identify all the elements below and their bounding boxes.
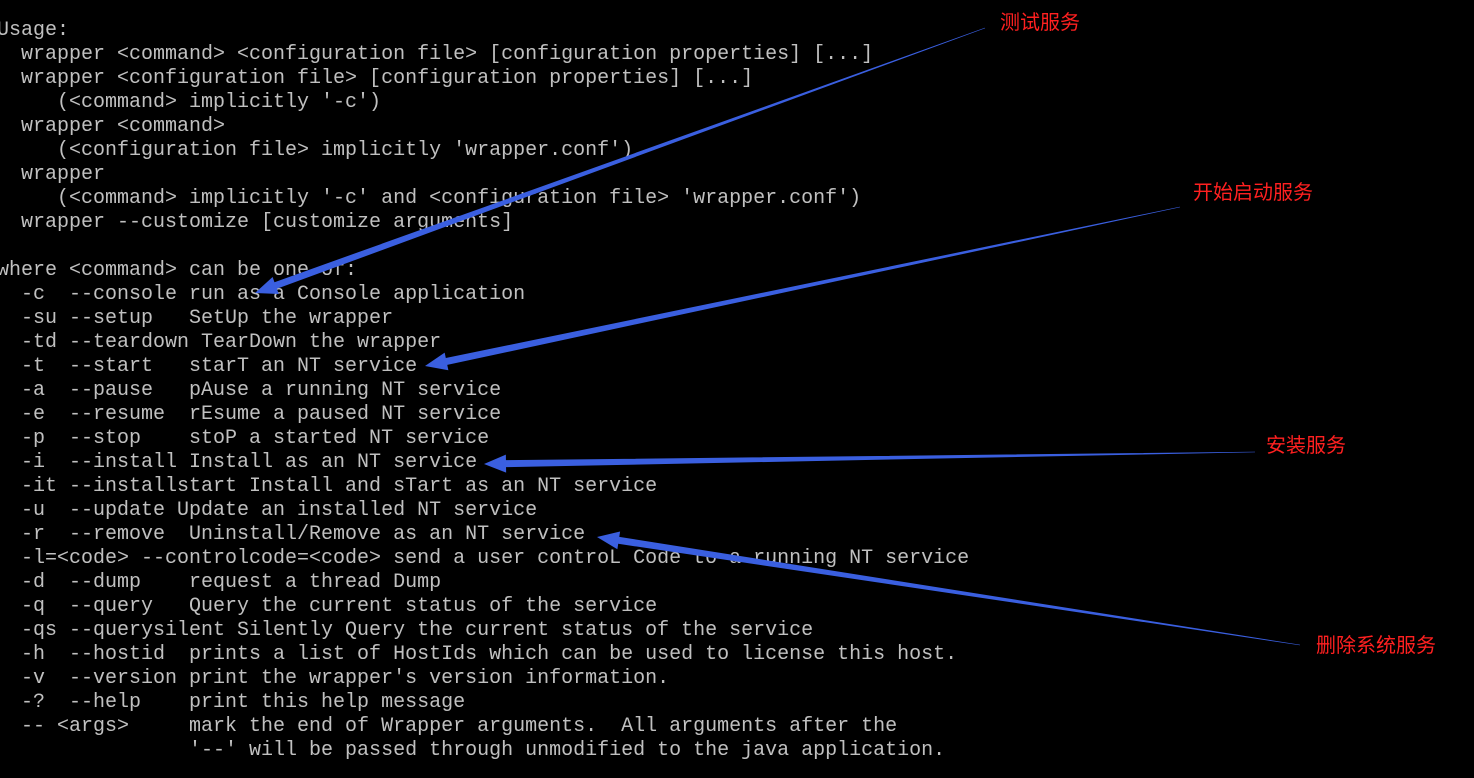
arrow-test-service [255,27,986,294]
annotation-arrows [255,27,1301,646]
annotation-label-test-service: 测试服务 [1000,10,1080,34]
arrow-install-service [484,451,1256,473]
annotation-label-install-service: 安装服务 [1266,433,1346,457]
arrow-remove-service [597,531,1301,646]
annotation-label-remove-service: 删除系统服务 [1316,633,1436,657]
arrow-start-service [425,206,1181,371]
annotation-label-start-service: 开始启动服务 [1193,180,1313,204]
